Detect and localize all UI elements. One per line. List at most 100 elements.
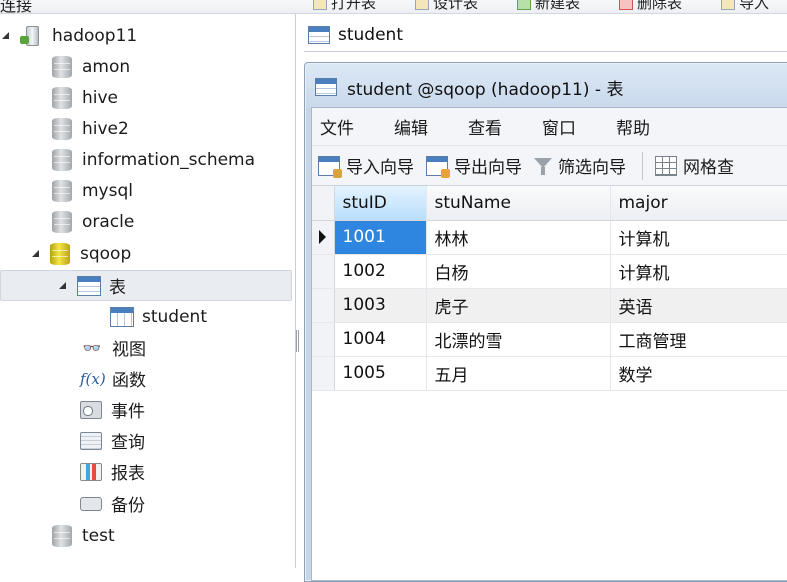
tree-folder-backups[interactable]: 备份 [80,488,145,519]
row-indicator-header [312,186,335,221]
open-database-icon [50,242,70,265]
row-indicator[interactable] [312,254,335,289]
delete-table-icon [619,0,633,10]
tree-folder-views[interactable]: 👓 视图 [80,332,146,363]
table-cell[interactable]: 1005 [334,356,427,391]
backup-icon [80,496,102,511]
filter-icon [534,156,552,176]
design-table-icon [415,0,429,10]
tree-database-information-schema[interactable]: information_schema [52,144,255,175]
database-icon [52,524,72,547]
database-icon [52,148,72,171]
menu-edit[interactable]: 编辑 [394,114,428,139]
table-cell[interactable]: 计算机 [610,220,787,255]
tree-database-test[interactable]: test [52,520,115,551]
row-indicator[interactable] [312,220,335,255]
data-table: stuID stuName major 1001 林林 计算机 1002 白杨 … [312,186,787,391]
table-icon [315,78,337,96]
table-cell[interactable]: 1004 [334,322,427,357]
event-icon [80,400,102,419]
filter-wizard-button[interactable]: 筛选向导 [534,153,626,178]
delete-table-button[interactable]: 删除表 [619,0,682,13]
new-table-button[interactable]: 新建表 [517,0,580,13]
tree-database-hive2[interactable]: hive2 [52,113,129,144]
tree-table-student[interactable]: student [110,301,207,332]
tree-folder-tables[interactable]: 表 [0,270,292,301]
menu-file[interactable]: 文件 [320,114,354,139]
tree-folder-reports[interactable]: 报表 [80,456,145,487]
object-area: student student @sqoop (hadoop11) - 表 文件… [300,14,787,582]
table-cell[interactable]: 1002 [334,254,427,289]
menu-view[interactable]: 查看 [468,114,502,139]
menu-help[interactable]: 帮助 [616,114,650,139]
table-cell[interactable]: 林林 [426,220,611,255]
header-row: stuID stuName major [312,186,787,221]
grid-icon [655,155,677,176]
table-cell[interactable]: 1003 [334,288,427,323]
object-list-item-student[interactable]: student [304,18,787,52]
expand-arrow-icon[interactable] [2,31,12,41]
table-window-titlebar[interactable]: student @sqoop (hadoop11) - 表 [315,73,623,101]
import-wizard-button[interactable]: 导入向导 [318,153,414,178]
expand-arrow-icon[interactable] [59,281,69,291]
tree-folder-functions[interactable]: f(x) 函数 [80,363,146,394]
table-cell[interactable]: 北漂的雪 [426,322,611,357]
table-cell[interactable]: 1001 [334,220,427,255]
row-indicator[interactable] [312,288,335,323]
column-header-major[interactable]: major [610,186,787,221]
table-cell[interactable]: 计算机 [610,254,787,289]
table-cell[interactable]: 虎子 [426,288,611,323]
tree-database-hive[interactable]: hive [52,82,118,113]
import-wizard-icon [318,155,342,178]
column-header-stuname[interactable]: stuName [426,186,611,221]
current-row-arrow-icon [319,230,326,244]
open-table-icon [313,0,327,10]
tree-database-oracle[interactable]: oracle [52,206,134,237]
connection-toolbar-label[interactable]: 连接 [0,0,32,13]
column-header-stuid[interactable]: stuID [334,186,427,221]
import-icon [721,0,735,10]
export-wizard-icon [426,155,450,178]
tree-database-amon[interactable]: amon [52,51,130,82]
table-cell[interactable]: 五月 [426,356,611,391]
table-cell[interactable]: 工商管理 [610,322,787,357]
table-row[interactable]: 1004 北漂的雪 工商管理 [312,322,787,357]
table-row[interactable]: 1002 白杨 计算机 [312,254,787,289]
tree-database-sqoop[interactable]: sqoop [32,238,131,269]
table-toolbar: 导入向导 导出向导 筛选向导 网格查 [312,146,787,186]
open-table-button[interactable]: 打开表 [313,0,376,13]
table-row[interactable]: 1003 虎子 英语 [312,288,787,323]
table-cell[interactable]: 英语 [610,288,787,323]
database-icon [52,55,72,78]
view-icon: 👓 [82,338,102,357]
import-button[interactable]: 导入 [721,0,769,13]
expand-arrow-icon[interactable] [32,249,42,259]
menu-window[interactable]: 窗口 [542,114,576,139]
function-icon: f(x) [80,369,106,388]
tree-folder-events[interactable]: 事件 [80,394,145,425]
table-cell[interactable]: 数学 [610,356,787,391]
tree-database-mysql[interactable]: mysql [52,175,133,206]
row-indicator[interactable] [312,356,335,391]
table-window: student @sqoop (hadoop11) - 表 文件 编辑 查看 窗… [304,62,787,582]
grid-view-button[interactable]: 网格查 [655,153,734,178]
tables-folder-icon [77,275,101,296]
toolbar-separator [642,151,643,180]
table-row[interactable]: 1005 五月 数学 [312,356,787,391]
new-table-icon [517,0,531,10]
table-row[interactable]: 1001 林林 计算机 [312,220,787,255]
row-indicator[interactable] [312,322,335,357]
connection-icon [20,25,42,47]
tree-connection-hadoop11[interactable]: hadoop11 [2,20,137,51]
navigation-tree[interactable]: hadoop11 amon hive hive2 information_sch… [0,14,296,568]
tree-folder-queries[interactable]: 查询 [80,425,145,456]
data-grid[interactable]: stuID stuName major 1001 林林 计算机 1002 白杨 … [312,186,787,580]
database-icon [52,179,72,202]
table-icon [110,306,134,327]
query-icon [80,431,102,450]
export-wizard-button[interactable]: 导出向导 [426,153,522,178]
pane-splitter-handle[interactable] [296,330,299,352]
design-table-button[interactable]: 设计表 [415,0,478,13]
table-cell[interactable]: 白杨 [426,254,611,289]
table-icon [308,25,330,44]
